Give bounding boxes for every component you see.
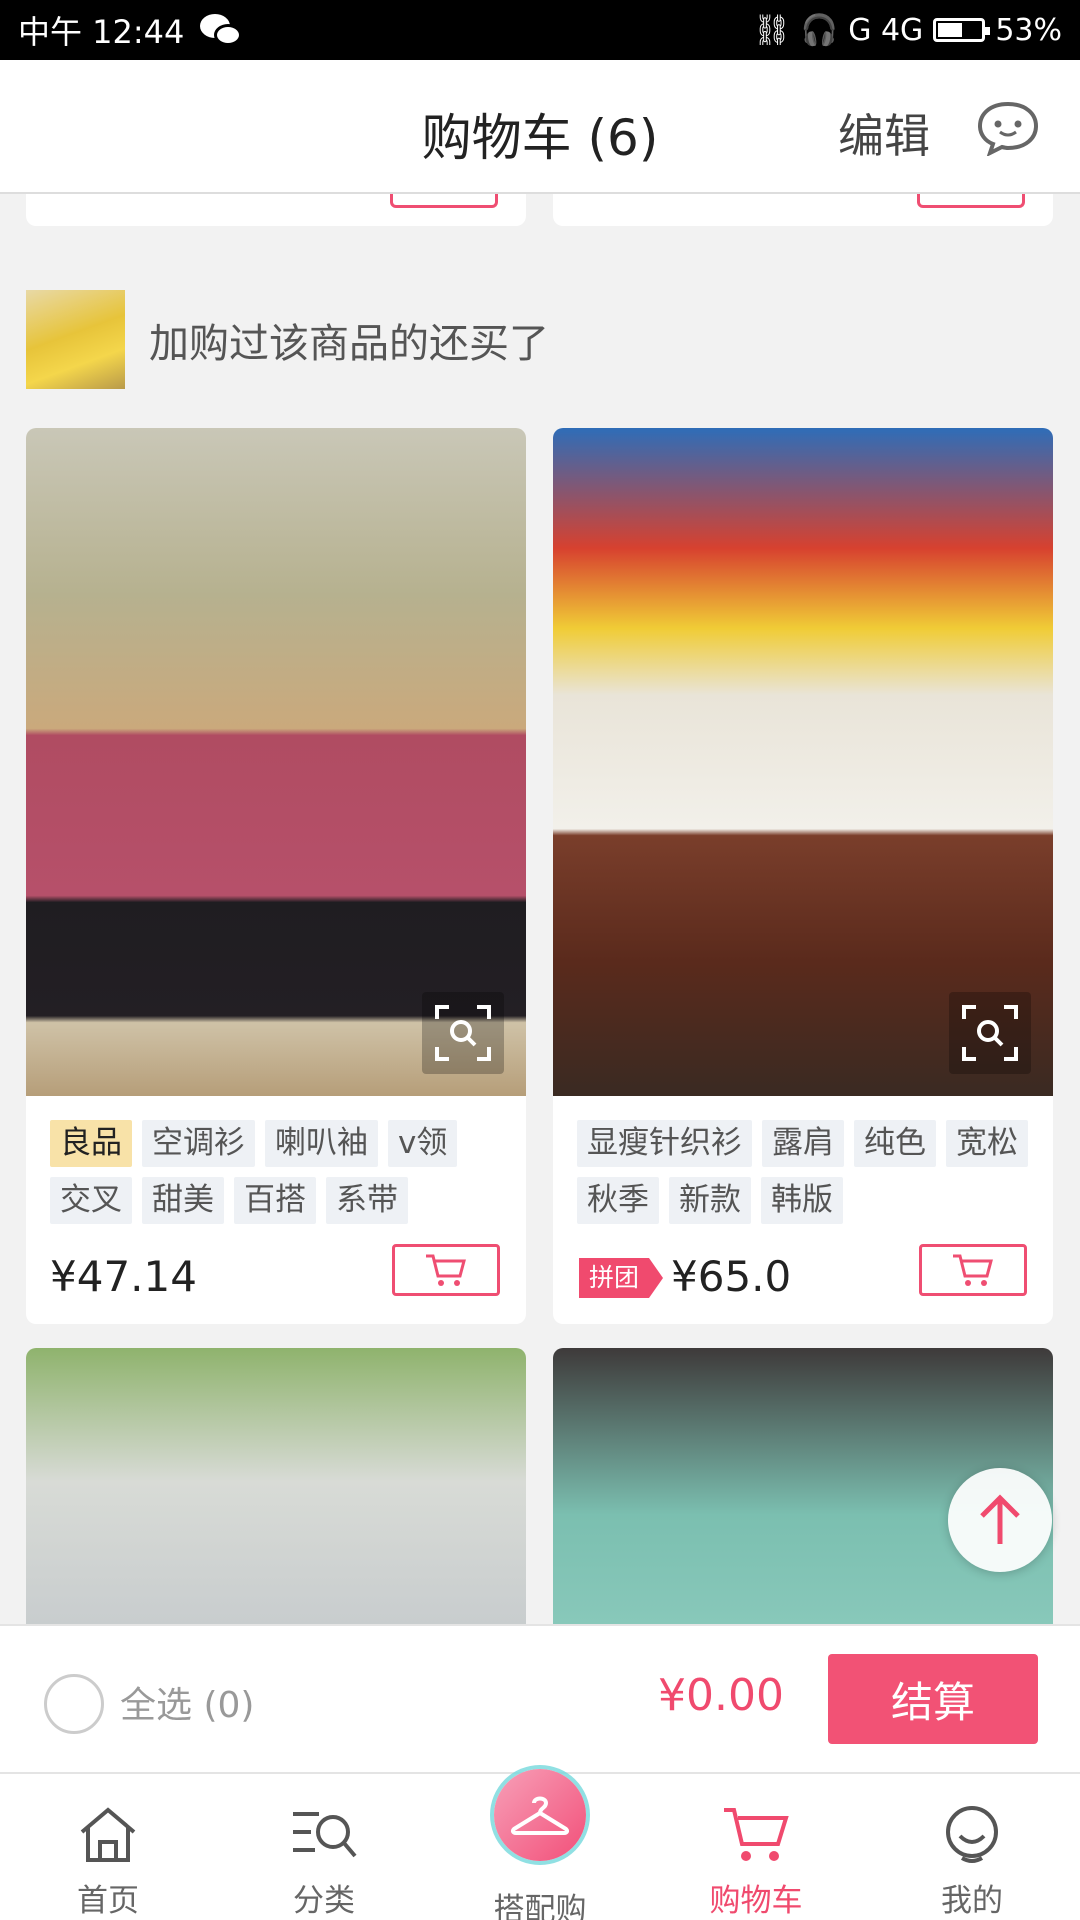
tab-label: 我的 [941, 1883, 1003, 1919]
previous-product-card-left [26, 194, 526, 226]
battery-icon [933, 18, 991, 42]
add-to-cart-icon [390, 194, 498, 208]
tab-label: 搭配购 [493, 1892, 587, 1920]
tag: 露肩 [762, 1120, 844, 1167]
home-icon [80, 1806, 136, 1862]
tag: 喇叭袖 [265, 1120, 378, 1167]
cart-header: 购物车 (6) 编辑 [0, 60, 1080, 194]
battery-percent: 53% [995, 12, 1062, 48]
tab-category[interactable]: 分类 [216, 1774, 432, 1920]
product-image[interactable] [553, 428, 1053, 1096]
link-icon: ⛓ [752, 12, 791, 48]
add-to-cart-button[interactable] [392, 1244, 500, 1296]
tag: 显瘦针织衫 [577, 1120, 752, 1167]
network-indicator: G 4G [848, 12, 924, 48]
cart-icon [724, 1807, 789, 1861]
arrow-up-icon [980, 1494, 1020, 1544]
product-tags: 良品 空调衫 喇叭袖 v领 交叉 甜美 百搭 系带 [26, 1096, 526, 1224]
product-card[interactable]: 良品 空调衫 喇叭袖 v领 交叉 甜美 百搭 系带 ¥47.14 [26, 428, 526, 1324]
price-row: 拼团 ¥65.0 [553, 1234, 1053, 1324]
zoom-search-icon[interactable] [949, 992, 1031, 1074]
add-to-cart-icon [917, 194, 1025, 208]
recommendation-header: 加购过该商品的还买了 [26, 290, 549, 389]
checkout-bar: 全选 (0) ¥0.00 结算 [0, 1624, 1080, 1772]
status-time-group: 中午 12:44 [18, 7, 243, 53]
hanger-icon [510, 1796, 570, 1835]
product-tags: 显瘦针织衫 露肩 纯色 宽松 秋季 新款 韩版 [553, 1096, 1053, 1224]
status-indicators: ⛓ 🎧 G 4G 53% [753, 13, 1062, 48]
tab-label: 购物车 [709, 1883, 803, 1919]
previous-product-card-right [553, 194, 1053, 226]
cart-icon [953, 1254, 993, 1286]
tag: 良品 [50, 1120, 132, 1167]
product-price: ¥47.14 [50, 1252, 197, 1301]
tab-home[interactable]: 首页 [0, 1774, 216, 1920]
reference-product-thumbnail [26, 290, 125, 389]
message-icon[interactable] [976, 100, 1040, 156]
tab-label: 分类 [293, 1883, 355, 1919]
recommendation-title: 加购过该商品的还买了 [149, 320, 549, 367]
profile-icon [946, 1805, 998, 1863]
cart-icon [426, 1254, 466, 1286]
back-to-top-button[interactable] [948, 1468, 1052, 1572]
select-all-checkbox[interactable] [44, 1674, 104, 1734]
cart-content[interactable]: 加购过该商品的还买了 良品 空调衫 喇叭袖 v领 交叉 甜美 百搭 系带 ¥47… [0, 194, 1080, 1624]
wechat-icon [200, 12, 243, 48]
status-time: 中午 12:44 [18, 13, 185, 51]
bottom-tab-bar: 首页 分类 搭配购 购物车 我的 [0, 1769, 1080, 1920]
product-card[interactable] [26, 1348, 526, 1624]
tag: v领 [388, 1120, 458, 1167]
select-all-label[interactable]: 全选 (0) [120, 1676, 254, 1728]
tab-label: 首页 [77, 1883, 139, 1919]
tag: 百搭 [234, 1177, 316, 1224]
headphone-icon: 🎧 [800, 12, 839, 48]
edit-button[interactable]: 编辑 [838, 100, 930, 166]
group-buy-badge: 拼团 [579, 1258, 664, 1298]
tab-profile[interactable]: 我的 [864, 1774, 1080, 1920]
add-to-cart-button[interactable] [919, 1244, 1027, 1296]
tag: 新款 [669, 1177, 751, 1224]
status-bar: 中午 12:44 ⛓ 🎧 G 4G 53% [0, 0, 1080, 60]
product-price: ¥65.0 [671, 1252, 792, 1301]
tag: 韩版 [761, 1177, 843, 1224]
tag: 秋季 [577, 1177, 659, 1224]
tag: 纯色 [854, 1120, 936, 1167]
checkout-button[interactable]: 结算 [828, 1654, 1038, 1744]
tab-outfit[interactable]: 搭配购 [432, 1769, 648, 1920]
price-row: ¥47.14 [26, 1234, 526, 1324]
tag: 宽松 [946, 1120, 1028, 1167]
tag: 空调衫 [142, 1120, 255, 1167]
tag: 系带 [326, 1177, 408, 1224]
product-image[interactable] [26, 428, 526, 1096]
product-image[interactable] [26, 1348, 526, 1624]
total-price: ¥0.00 [658, 1670, 784, 1721]
tag: 甜美 [142, 1177, 224, 1224]
tab-cart[interactable]: 购物车 [648, 1774, 864, 1920]
category-search-icon [293, 1811, 357, 1857]
outfit-center-button[interactable] [494, 1769, 586, 1861]
zoom-search-icon[interactable] [422, 992, 504, 1074]
product-card[interactable]: 显瘦针织衫 露肩 纯色 宽松 秋季 新款 韩版 拼团 ¥65.0 [553, 428, 1053, 1324]
tag: 交叉 [50, 1177, 132, 1224]
